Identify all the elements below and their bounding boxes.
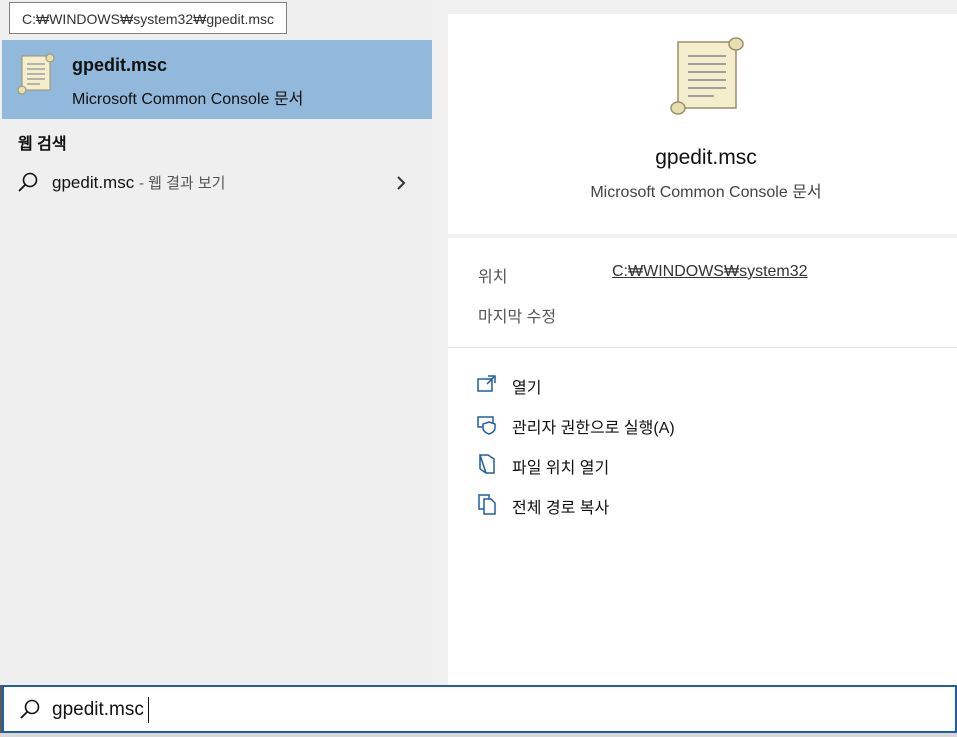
search-box[interactable] — [2, 685, 957, 733]
action-copy-full-path[interactable]: 전체 경로 복사 — [476, 490, 776, 518]
search-icon — [20, 699, 40, 719]
action-label: 전체 경로 복사 — [512, 500, 610, 517]
search-icon — [18, 172, 38, 192]
location-link[interactable]: C:₩WINDOWS₩system32 — [612, 263, 808, 281]
action-open-file-location[interactable]: 파일 위치 열기 — [476, 450, 776, 478]
last-modified-label: 마지막 수정 — [478, 309, 557, 326]
path-tooltip: C:₩WINDOWS₩system32₩gpedit.msc — [9, 2, 288, 34]
open-external-icon — [477, 375, 496, 392]
preview-header-card: gpedit.msc Microsoft Common Console 문서 — [448, 14, 957, 234]
preview-title: gpedit.msc — [655, 146, 757, 169]
action-run-as-admin[interactable]: 관리자 권한으로 실행(A) — [476, 410, 776, 438]
web-search-query: gpedit.msc — [52, 173, 135, 192]
action-open[interactable]: 열기 — [476, 370, 776, 398]
file-location-icon — [478, 454, 495, 474]
details-divider — [448, 347, 957, 348]
location-label: 위치 — [478, 269, 508, 286]
scroll-document-icon — [17, 53, 55, 95]
preview-subtitle: Microsoft Common Console 문서 — [590, 184, 822, 201]
results-pane: gpedit.msc Microsoft Common Console 문서 웹… — [0, 0, 432, 685]
text-caret — [148, 697, 149, 723]
web-search-header: 웹 검색 — [18, 136, 67, 153]
taskbar-strip — [0, 733, 957, 737]
web-search-result[interactable]: gpedit.msc - 웹 결과 보기 — [2, 162, 432, 204]
scroll-document-icon — [670, 37, 744, 115]
preview-details-panel: 위치 C:₩WINDOWS₩system32 마지막 수정 열기 관리자 권한으… — [448, 238, 957, 685]
admin-shield-icon — [477, 416, 496, 435]
best-match-subtitle: Microsoft Common Console 문서 — [72, 91, 304, 108]
action-label: 관리자 권한으로 실행(A) — [512, 420, 675, 437]
search-input[interactable] — [52, 695, 452, 725]
action-label: 파일 위치 열기 — [512, 460, 610, 477]
web-search-suffix: - 웹 결과 보기 — [138, 175, 226, 192]
copy-path-icon — [478, 494, 496, 515]
web-search-text: gpedit.msc - 웹 결과 보기 — [52, 172, 225, 193]
action-label: 열기 — [512, 380, 542, 397]
best-match-result[interactable]: gpedit.msc Microsoft Common Console 문서 — [2, 40, 432, 119]
best-match-title: gpedit.msc — [72, 55, 168, 75]
chevron-right-icon[interactable] — [394, 174, 408, 192]
